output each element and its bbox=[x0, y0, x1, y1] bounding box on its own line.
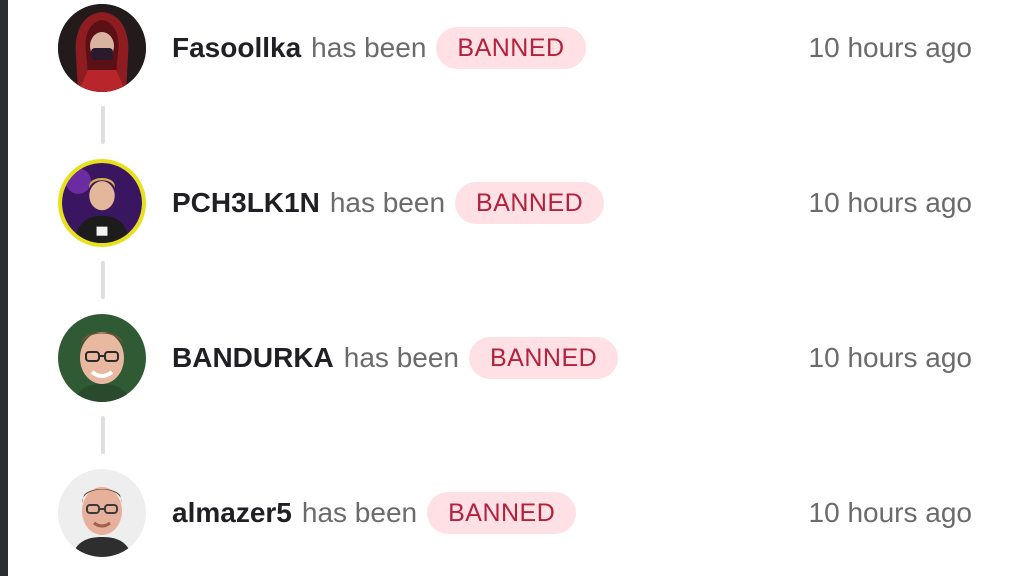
timestamp: 10 hours ago bbox=[808, 32, 972, 63]
action-text: has been bbox=[343, 342, 459, 373]
avatar[interactable] bbox=[58, 159, 146, 247]
avatar[interactable] bbox=[58, 314, 146, 402]
feed-item-text: almazer5 has been BANNED bbox=[172, 492, 577, 534]
feed-item: Fasoollka has been BANNED 10 hours ago bbox=[58, 4, 978, 144]
timestamp: 10 hours ago bbox=[808, 497, 972, 528]
banned-badge: BANNED bbox=[455, 182, 605, 224]
username-link[interactable]: almazer5 bbox=[172, 497, 292, 529]
action-text: has been bbox=[329, 187, 446, 218]
avatar[interactable] bbox=[58, 4, 146, 92]
banned-badge: BANNED bbox=[427, 492, 577, 534]
feed-item: almazer5 has been BANNED 10 hours ago bbox=[58, 469, 978, 559]
feed-item: PCH3LK1N has been BANNED 10 hours ago bbox=[58, 159, 978, 299]
avatar[interactable] bbox=[58, 469, 146, 557]
timestamp: 10 hours ago bbox=[808, 342, 972, 373]
feed-item-text: Fasoollka has been BANNED bbox=[172, 27, 586, 69]
banned-badge: BANNED bbox=[436, 27, 586, 69]
timestamp: 10 hours ago bbox=[808, 187, 972, 218]
timeline-connector bbox=[101, 261, 105, 299]
banned-badge: BANNED bbox=[468, 337, 619, 379]
feed-item-text: PCH3LK1N has been BANNED bbox=[172, 182, 605, 224]
action-text: has been bbox=[301, 497, 418, 528]
username-link[interactable]: PCH3LK1N bbox=[172, 187, 320, 219]
username-link[interactable]: Fasoollka bbox=[172, 32, 301, 64]
timeline-connector bbox=[101, 416, 105, 454]
feed-item-text: BANDURKA has been BANNED bbox=[172, 337, 619, 379]
feed-item: BANDURKA has been BANNED 10 hours ago bbox=[58, 314, 978, 454]
ban-activity-feed: Fasoollka has been BANNED 10 hours ago P… bbox=[0, 0, 1024, 576]
timeline-connector bbox=[101, 106, 105, 144]
username-link[interactable]: BANDURKA bbox=[172, 342, 334, 374]
action-text: has been bbox=[311, 32, 427, 63]
